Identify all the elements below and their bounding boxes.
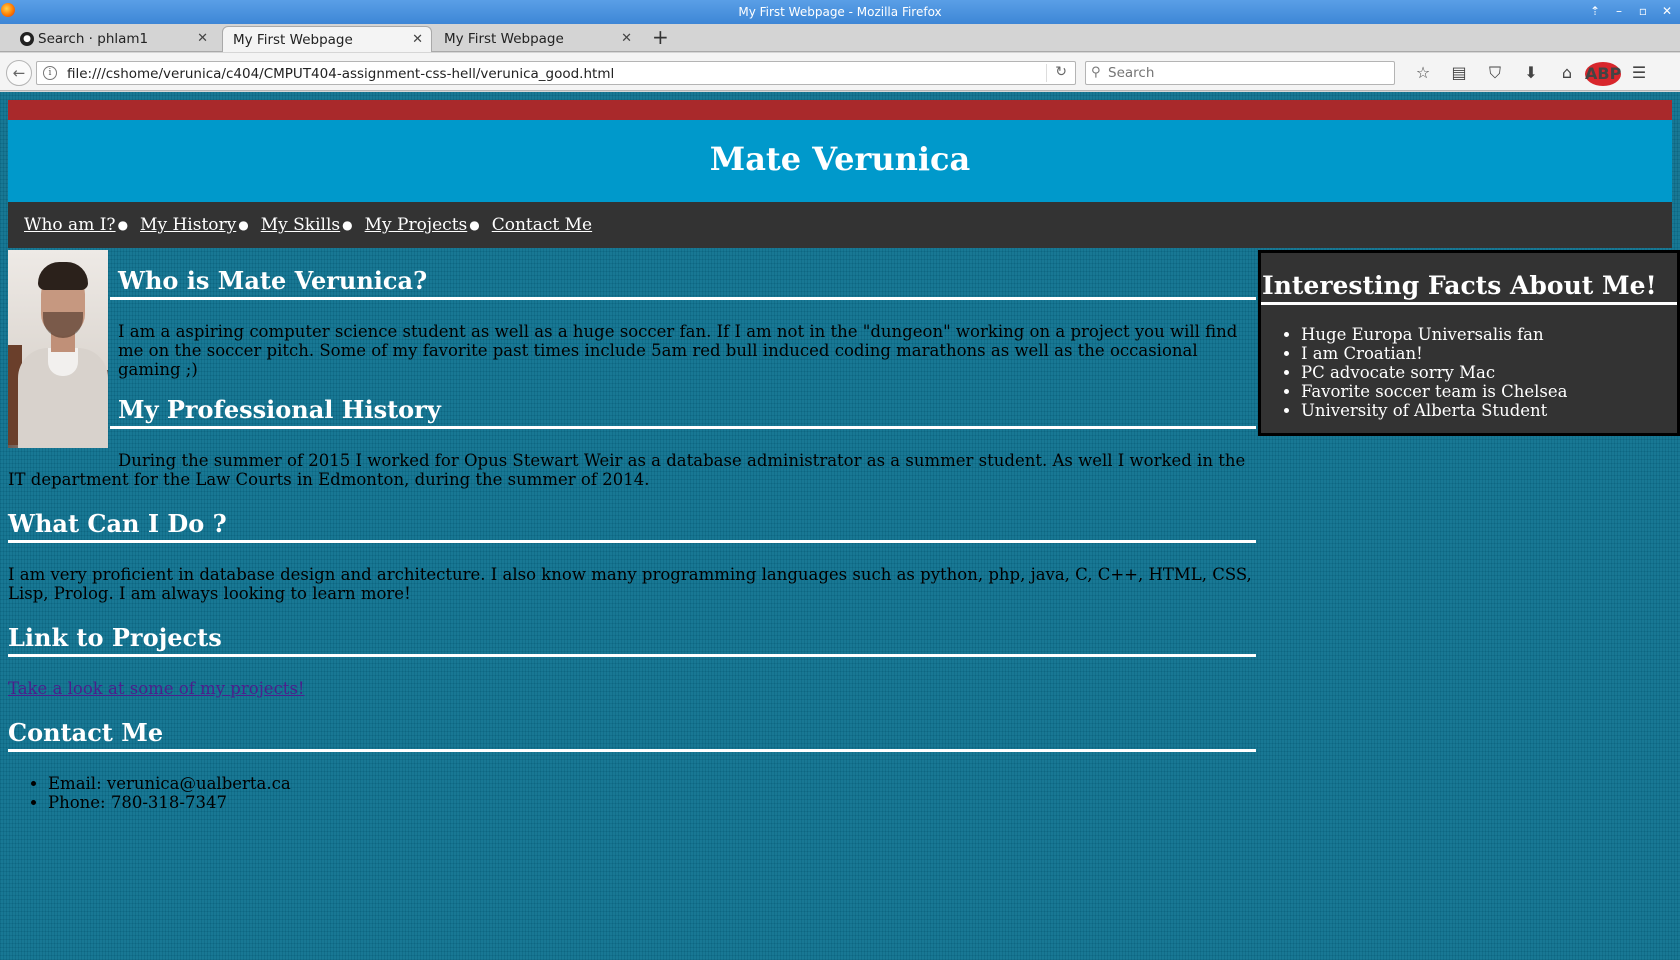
skills-text: I am very proficient in database design … (8, 565, 1252, 603)
navigation-toolbar: ← i file:///cshome/verunica/c404/CMPUT40… (0, 53, 1680, 107)
new-tab-button[interactable]: + (652, 25, 669, 49)
url-bar[interactable]: i file:///cshome/verunica/c404/CMPUT404-… (36, 61, 1076, 85)
home-icon[interactable]: ⌂ (1549, 61, 1585, 85)
search-input[interactable] (1108, 64, 1388, 82)
history-text: During the summer of 2015 I worked for O… (8, 451, 1246, 489)
reading-list-icon[interactable]: ▤ (1441, 61, 1477, 85)
pocket-icon[interactable]: ⛉ (1477, 61, 1513, 85)
menu-link-my-history[interactable]: My History (140, 215, 236, 235)
tab-label: My First Webpage (233, 31, 353, 48)
tab-label: Search · phlam1 (38, 31, 149, 47)
menu-link-contact-me[interactable]: Contact Me (492, 215, 592, 235)
search-icon: ⚲ (1091, 65, 1101, 80)
menu-bullet: ● (238, 218, 249, 232)
tab-close-icon[interactable]: ✕ (412, 32, 423, 47)
tab-strip: ● Search · phlam1 ✕ My First Webpage ✕ M… (0, 24, 1680, 52)
menu-link-who-am-i[interactable]: Who am I? (24, 215, 116, 235)
profile-photo (8, 250, 108, 448)
menu-bullet: ● (117, 218, 129, 232)
tab-close-icon[interactable]: ✕ (197, 31, 208, 46)
github-icon: ● (20, 32, 34, 46)
downloads-icon[interactable]: ⬇ (1513, 61, 1549, 85)
adblock-icon[interactable]: ABP ▾ (1585, 61, 1621, 107)
menu-bullet: ● (469, 218, 480, 232)
who-heading: Who is Mate Verunica? (110, 266, 1256, 300)
projects-heading: Link to Projects (8, 623, 1256, 657)
webpage: Mate Verunica Who am I? ● My History ● My … (8, 100, 1680, 812)
back-button[interactable]: ← (6, 60, 32, 86)
history-heading: My Professional History (110, 395, 1256, 429)
menu-bullet: ● (342, 218, 353, 232)
tab-my-first-webpage-active[interactable]: My First Webpage ✕ (222, 26, 432, 52)
fact-item: PC advocate sorry Mac (1301, 363, 1677, 382)
window-title: My First Webpage - Mozilla Firefox (738, 5, 942, 19)
minimize-button[interactable]: – (1612, 4, 1626, 18)
facts-heading: Interesting Facts About Me! (1261, 253, 1677, 305)
who-text: I am a aspiring computer science student… (118, 322, 1238, 379)
top-red-bar (8, 100, 1672, 120)
tab-search-phlam1[interactable]: ● Search · phlam1 ✕ (16, 26, 216, 52)
tab-label: My First Webpage (444, 31, 564, 47)
facts-list: Huge Europa Universalis fan I am Croatia… (1301, 325, 1677, 420)
fact-item: I am Croatian! (1301, 344, 1677, 363)
site-menu: Who am I? ● My History ● My Skills ● My Pro… (8, 202, 1672, 248)
tab-close-icon[interactable]: ✕ (621, 31, 632, 46)
page-viewport[interactable]: Mate Verunica Who am I? ● My History ● My … (0, 92, 1680, 960)
site-title: Mate Verunica (709, 140, 971, 178)
facts-sidebar: Interesting Facts About Me! Huge Europa … (1258, 250, 1680, 436)
maximize-button[interactable]: ▫ (1636, 4, 1650, 18)
skills-heading: What Can I Do ? (8, 509, 1256, 543)
contact-phone: Phone: 780-318-7347 (48, 793, 1256, 812)
fact-item: Favorite soccer team is Chelsea (1301, 382, 1677, 401)
reload-icon[interactable]: ↻ (1055, 64, 1067, 80)
menu-link-my-skills[interactable]: My Skills (261, 215, 340, 235)
menu-hamburger-icon[interactable]: ☰ (1621, 61, 1657, 85)
contact-heading: Contact Me (8, 718, 1256, 752)
tab-my-first-webpage[interactable]: My First Webpage ✕ (434, 26, 640, 52)
close-window-button[interactable]: ✕ (1660, 4, 1674, 18)
fact-item: University of Alberta Student (1301, 401, 1677, 420)
contact-list: Email: verunica@ualberta.ca Phone: 780-3… (48, 774, 1256, 812)
site-header: Mate Verunica (8, 120, 1672, 202)
search-box[interactable]: ⚲ (1085, 61, 1395, 85)
projects-link[interactable]: Take a look at some of my projects! (8, 679, 305, 698)
url-text[interactable]: file:///cshome/verunica/c404/CMPUT404-as… (67, 66, 614, 82)
site-info-icon[interactable]: i (43, 66, 57, 80)
contact-email: Email: verunica@ualberta.ca (48, 774, 1256, 793)
fact-item: Huge Europa Universalis fan (1301, 325, 1677, 344)
menu-link-my-projects[interactable]: My Projects (365, 215, 468, 235)
main-column: Who is Mate Verunica? I am a aspiring co… (8, 248, 1256, 812)
window-up-icon[interactable]: ⇡ (1588, 4, 1602, 18)
bookmark-star-icon[interactable]: ☆ (1405, 61, 1441, 85)
url-separator (1046, 64, 1047, 82)
window-titlebar: My First Webpage - Mozilla Firefox ⇡ – ▫… (0, 0, 1680, 24)
